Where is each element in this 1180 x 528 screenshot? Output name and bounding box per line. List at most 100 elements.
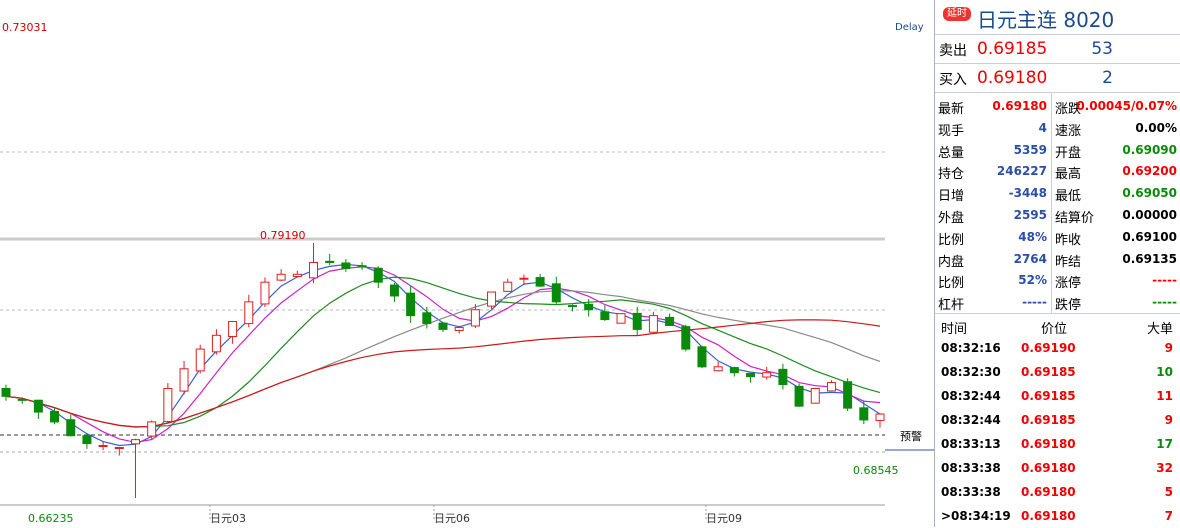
trade-row[interactable]: 08:32:44 0.69185 11 xyxy=(935,384,1180,408)
candle[interactable] xyxy=(114,447,124,450)
candle[interactable] xyxy=(357,265,367,268)
chart-canvas[interactable] xyxy=(0,0,934,527)
x-axis-label-1: 日元03 xyxy=(210,512,246,525)
low-price-label-left: 0.66235 xyxy=(28,512,74,525)
candle[interactable] xyxy=(276,273,286,281)
candle[interactable] xyxy=(713,366,723,372)
trade-row[interactable]: >08:34:19 0.69180 7 xyxy=(935,504,1180,528)
candle[interactable] xyxy=(33,399,43,413)
candle[interactable] xyxy=(309,261,319,279)
candle[interactable] xyxy=(470,309,480,327)
candle[interactable] xyxy=(746,372,756,378)
trades-header: 时间 价位 大单 xyxy=(935,314,1180,337)
kline-chart[interactable]: 0.73031 Delay 0.79190 0.66235 0.68545 预警… xyxy=(0,0,934,527)
candle[interactable] xyxy=(98,445,108,448)
trade-time: 08:33:38 xyxy=(941,485,1001,499)
stat-left-key: 比例 xyxy=(938,232,965,248)
candle[interactable] xyxy=(82,435,92,445)
trade-price: 0.69185 xyxy=(1021,389,1076,403)
stat-left-value: 246227 xyxy=(996,164,1047,179)
stat-left-value: 0.69180 xyxy=(992,99,1047,113)
trades-header-price: 价位 xyxy=(1041,322,1068,337)
candle[interactable] xyxy=(859,407,869,421)
trade-price: 0.69190 xyxy=(1021,341,1076,355)
trade-price: 0.69180 xyxy=(1021,509,1076,523)
stat-left-key: 外盘 xyxy=(938,210,965,226)
alert-label[interactable]: 预警 xyxy=(900,431,922,443)
candle[interactable] xyxy=(179,368,189,392)
candle[interactable] xyxy=(535,277,545,287)
candle[interactable] xyxy=(341,262,351,269)
trade-time: 08:33:38 xyxy=(941,461,1001,475)
trade-row[interactable]: 08:32:44 0.69185 9 xyxy=(935,408,1180,432)
candle[interactable] xyxy=(17,398,27,401)
trade-volume: 7 xyxy=(1164,509,1173,523)
candle[interactable] xyxy=(147,421,157,437)
candle[interactable] xyxy=(228,321,238,337)
stat-right-value: 0.69200 xyxy=(1122,164,1177,179)
candle[interactable] xyxy=(373,267,383,283)
candle[interactable] xyxy=(794,385,804,407)
candle[interactable] xyxy=(487,291,497,307)
trade-volume: 10 xyxy=(1156,365,1173,379)
buy-volume: 2 xyxy=(1102,68,1113,88)
candle[interactable] xyxy=(519,277,529,280)
stat-right-key: 昨结 xyxy=(1055,254,1082,270)
candle[interactable] xyxy=(616,313,626,324)
candle[interactable] xyxy=(1,387,11,397)
candle[interactable] xyxy=(163,387,173,423)
candle[interactable] xyxy=(762,372,772,378)
trade-row[interactable]: 08:32:16 0.69190 9 xyxy=(935,336,1180,360)
stat-left-key: 杠杆 xyxy=(938,298,965,314)
candle[interactable] xyxy=(584,303,594,311)
candle[interactable] xyxy=(211,334,221,353)
candle[interactable] xyxy=(50,410,60,423)
candle[interactable] xyxy=(260,281,270,305)
stat-right-key: 跌停 xyxy=(1055,298,1082,314)
candle[interactable] xyxy=(632,312,642,330)
candle[interactable] xyxy=(681,326,691,350)
candle[interactable] xyxy=(826,382,836,392)
trades-header-time: 时间 xyxy=(941,322,968,337)
trades-list[interactable]: 08:32:16 0.69190 9 08:32:30 0.69185 10 08:32:4… xyxy=(935,336,1180,528)
trade-price: 0.69185 xyxy=(1021,413,1076,427)
candle[interactable] xyxy=(389,284,399,297)
trade-row[interactable]: 08:32:30 0.69185 10 xyxy=(935,360,1180,384)
candle[interactable] xyxy=(778,368,788,386)
stat-right-row: 昨结 0.69135 xyxy=(1052,248,1180,270)
candle[interactable] xyxy=(567,305,577,308)
stat-right-value: 0.00% xyxy=(1135,120,1177,135)
trade-time: 08:32:16 xyxy=(941,341,1001,355)
candle[interactable] xyxy=(600,311,610,321)
candle[interactable] xyxy=(503,281,513,292)
contract-title[interactable]: 日元主连 8020 xyxy=(977,4,1114,33)
stat-left-key: 现手 xyxy=(938,123,965,139)
candle[interactable] xyxy=(130,439,140,445)
ma-line-longer xyxy=(5,290,881,428)
candle[interactable] xyxy=(810,387,820,404)
candle[interactable] xyxy=(66,419,76,437)
candle[interactable] xyxy=(648,315,658,333)
candle[interactable] xyxy=(454,326,464,332)
stat-left-row: 内盘 2764 xyxy=(935,248,1051,270)
candle[interactable] xyxy=(406,292,416,317)
trade-row[interactable]: 08:33:38 0.69180 5 xyxy=(935,480,1180,504)
candle[interactable] xyxy=(551,283,561,303)
trade-row[interactable]: 08:33:13 0.69180 17 xyxy=(935,432,1180,456)
candle[interactable] xyxy=(325,260,335,263)
candle[interactable] xyxy=(195,348,205,372)
candle[interactable] xyxy=(422,312,432,325)
candle[interactable] xyxy=(665,316,675,326)
candle[interactable] xyxy=(843,381,853,409)
candle[interactable] xyxy=(729,367,739,374)
candle[interactable] xyxy=(875,413,885,422)
candle[interactable] xyxy=(697,346,707,368)
stat-left-key: 总量 xyxy=(938,145,965,161)
candle[interactable] xyxy=(292,273,302,277)
trade-row[interactable]: 08:33:38 0.69180 32 xyxy=(935,456,1180,480)
candle[interactable] xyxy=(438,322,448,330)
sell-quote[interactable]: 卖出 0.69185 53 xyxy=(935,35,1180,64)
candle[interactable] xyxy=(244,301,254,325)
stat-right-key: 结算价 xyxy=(1055,210,1095,226)
buy-quote[interactable]: 买入 0.69180 2 xyxy=(935,64,1180,93)
